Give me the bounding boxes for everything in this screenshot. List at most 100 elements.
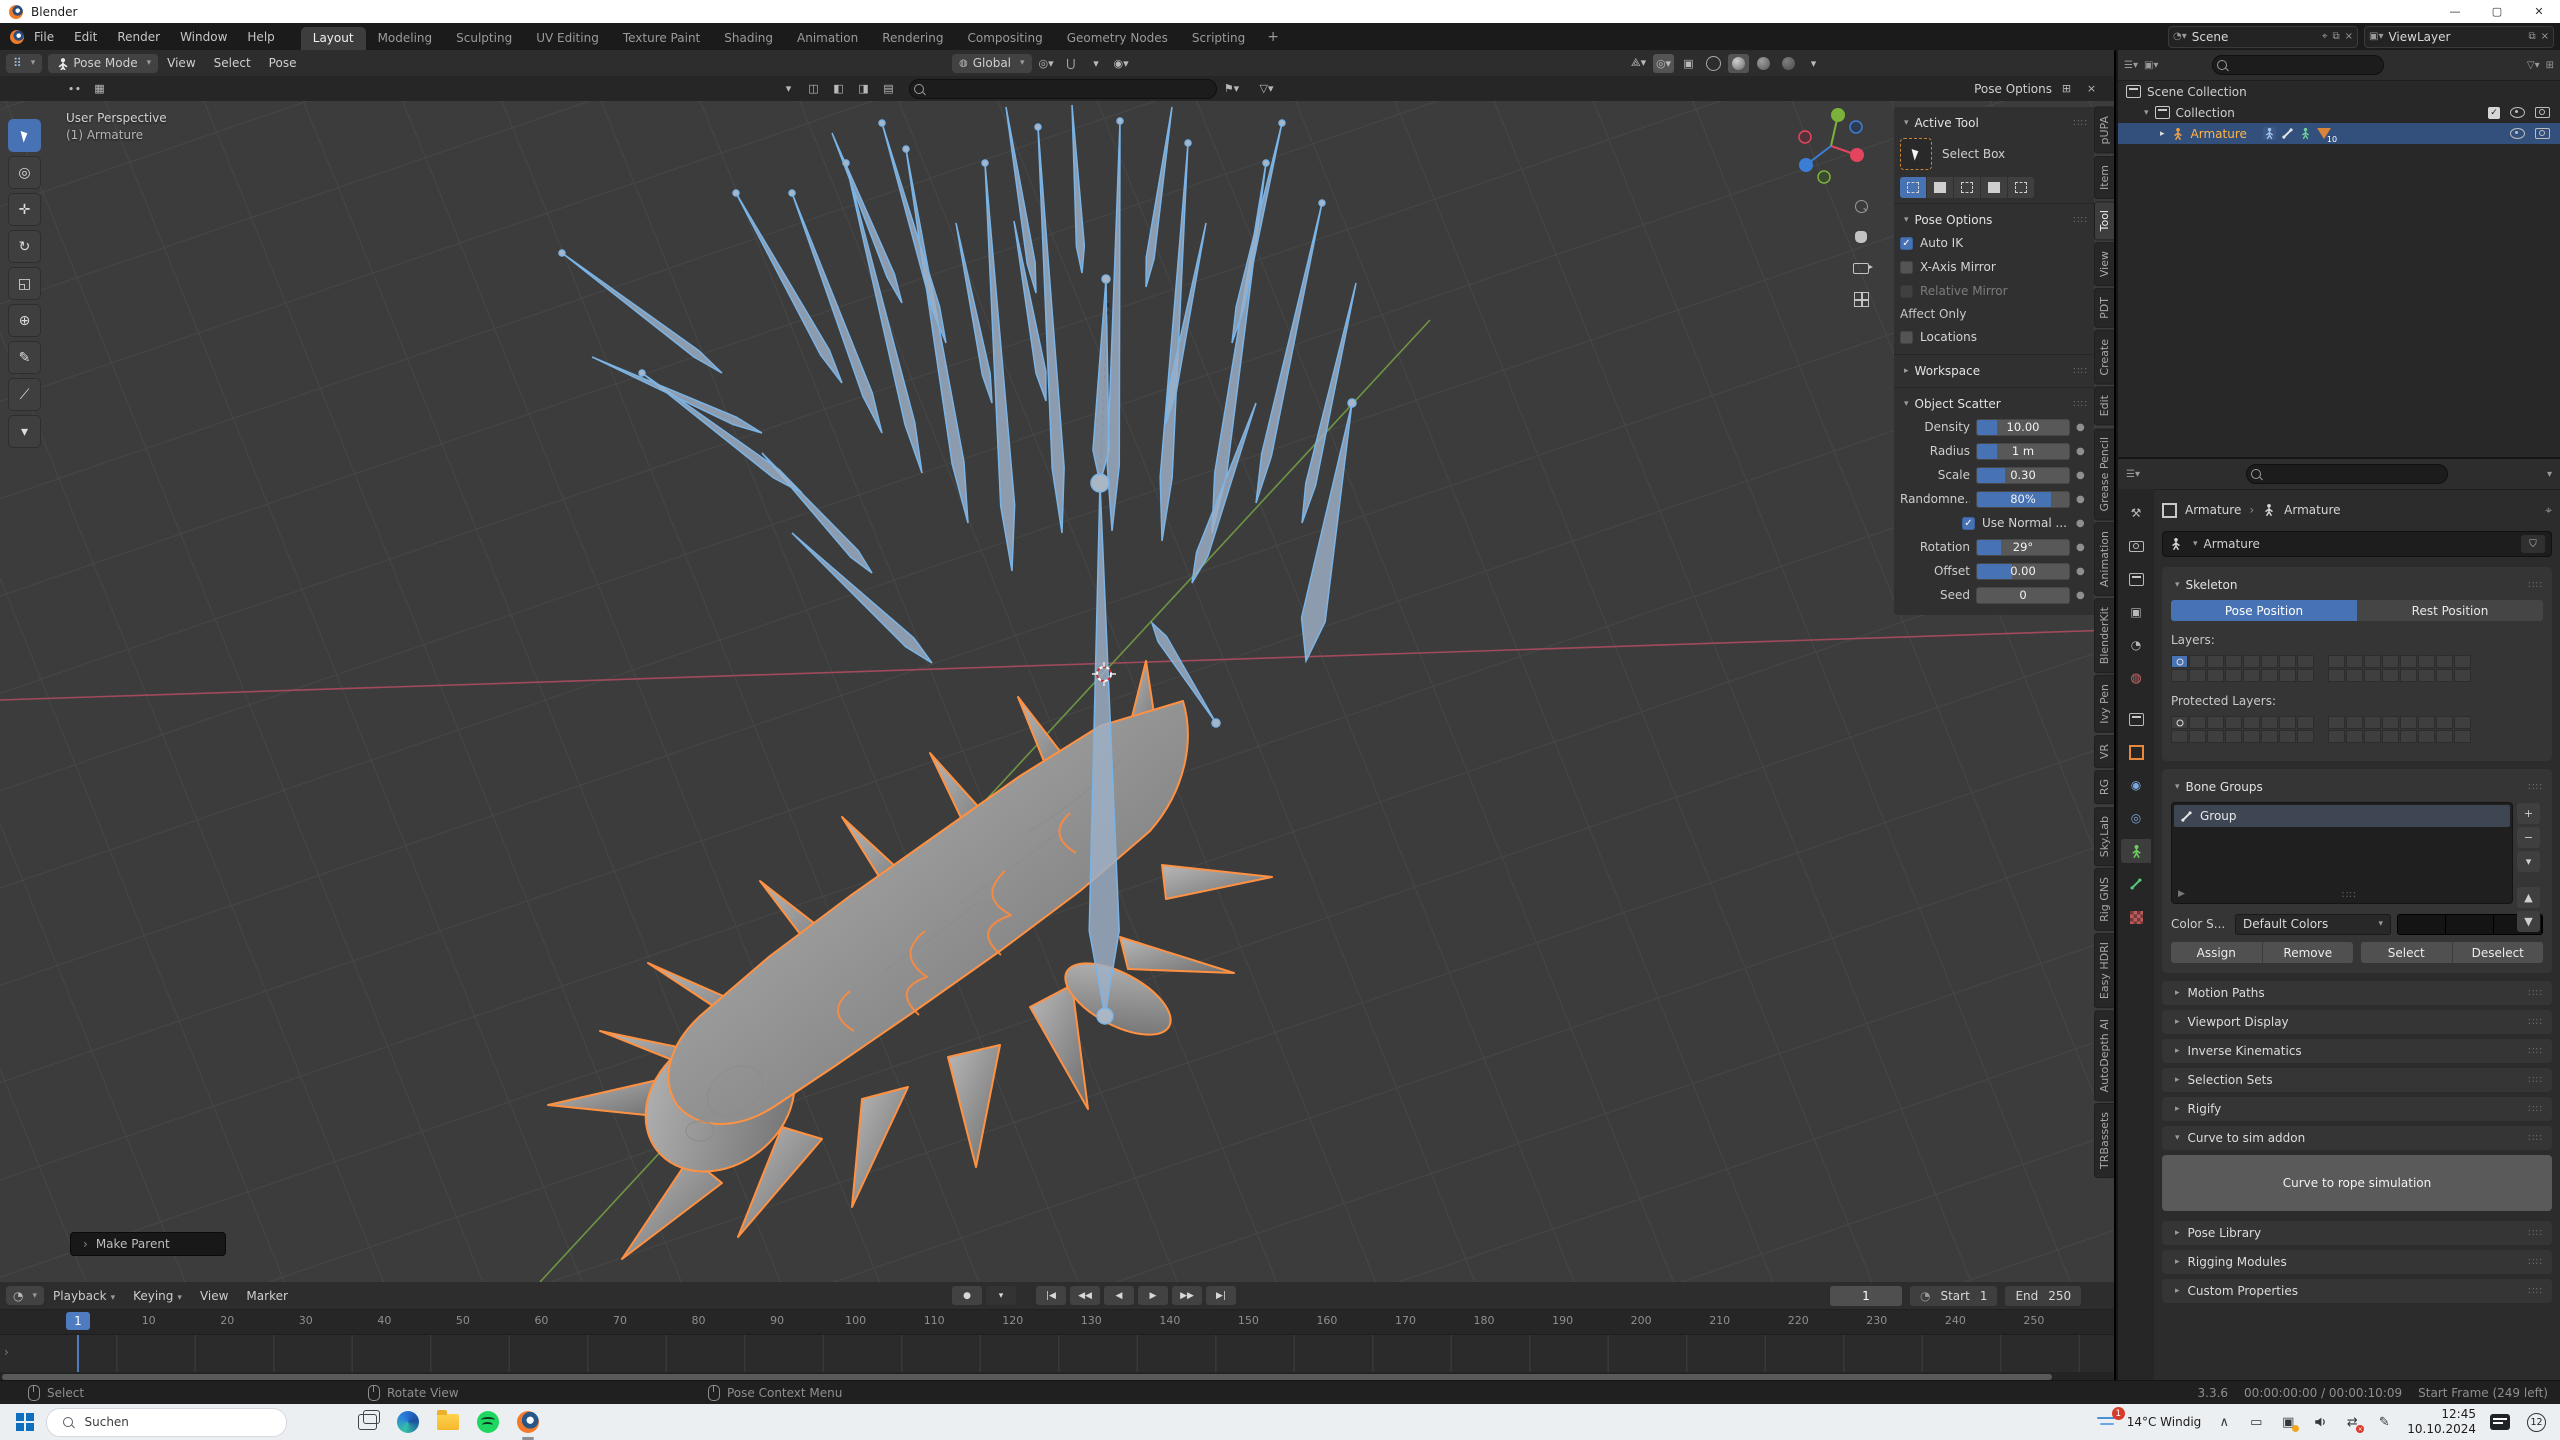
- select-mode-invert[interactable]: [1981, 177, 2007, 198]
- timeline-editor-type[interactable]: ◔▾: [6, 1286, 44, 1305]
- option-icon-3[interactable]: ◨: [853, 79, 874, 98]
- workspace-tab[interactable]: Compositing: [955, 27, 1054, 50]
- tray-volume-icon[interactable]: [2311, 1413, 2329, 1431]
- sidebar-tab[interactable]: Rig GNS: [2094, 868, 2114, 931]
- gizmo-z-axis[interactable]: [1799, 158, 1813, 172]
- maximize-button[interactable]: ▢: [2476, 0, 2518, 23]
- tool-scale[interactable]: ◱: [8, 267, 41, 300]
- pivot-point-dropdown[interactable]: ◎▾: [1036, 54, 1057, 73]
- pin-icon[interactable]: ⌖: [2545, 503, 2552, 518]
- scatter-slider-row[interactable]: Offset 0.00 ●: [1900, 559, 2088, 583]
- timeline-expand-arrow[interactable]: ›: [4, 1345, 9, 1359]
- value-slider[interactable]: 0.00: [1976, 563, 2070, 580]
- sidebar-tab[interactable]: TRBassets: [2094, 1103, 2114, 1178]
- panel-section-collapsed[interactable]: ▸Custom Properties∷∷: [2162, 1279, 2552, 1303]
- color-set-dropdown[interactable]: Default Colors▾: [2235, 914, 2391, 935]
- end-frame-field[interactable]: End 250: [2005, 1286, 2081, 1306]
- locations-row[interactable]: Locations: [1900, 325, 2088, 349]
- tab-collection[interactable]: [2121, 707, 2151, 731]
- option-icon-2[interactable]: ◧: [828, 79, 849, 98]
- tab-physics[interactable]: ◎: [2121, 806, 2151, 830]
- pose-options-section[interactable]: ▾Pose Options∷∷: [1900, 209, 2088, 231]
- sidebar-tab[interactable]: Sky.Lab: [2094, 807, 2114, 866]
- pan-hand-icon[interactable]: [1850, 226, 1872, 248]
- tray-cast-icon[interactable]: ▭: [2247, 1413, 2265, 1431]
- panel-popover-icon[interactable]: ⊞: [2056, 79, 2077, 98]
- armature-layers-grid[interactable]: [2171, 655, 2543, 682]
- menu-item[interactable]: Edit: [64, 30, 107, 44]
- orientation-dropdown[interactable]: ◍ Global▾: [952, 54, 1032, 73]
- curve-addon-section[interactable]: ▾Curve to sim addon∷∷: [2162, 1126, 2552, 1150]
- disable-render-icon[interactable]: [2535, 107, 2550, 118]
- timeline-menu-item[interactable]: Playback▾: [44, 1289, 124, 1303]
- skeleton-panel-header[interactable]: ▾Skeleton∷∷: [2171, 574, 2543, 596]
- tab-object-data[interactable]: [2121, 839, 2151, 863]
- viewport-menu-item[interactable]: Pose: [260, 56, 306, 70]
- scene-selector[interactable]: ◔▾ Scene ⌖ ⧉ ×: [2168, 26, 2358, 48]
- move-group-up-button[interactable]: ▲: [2517, 887, 2540, 908]
- tool-move[interactable]: ✛: [8, 193, 41, 226]
- play-reverse-button[interactable]: ◀: [1104, 1286, 1134, 1305]
- active-tool-section[interactable]: ▾Active Tool∷∷: [1900, 112, 2088, 134]
- notification-icon[interactable]: [2490, 1414, 2510, 1430]
- scatter-slider-row[interactable]: Scale 0.30 ●: [1900, 463, 2088, 487]
- value-slider[interactable]: 0: [1976, 587, 2070, 604]
- tool-select-box[interactable]: [8, 119, 41, 152]
- pose-options-label[interactable]: Pose Options: [1974, 82, 2052, 96]
- sidebar-tab[interactable]: pUPA: [2094, 107, 2114, 154]
- disable-render-icon[interactable]: [2535, 128, 2550, 139]
- hide-eye-icon[interactable]: [2510, 128, 2525, 139]
- animate-dot[interactable]: ●: [2076, 542, 2085, 553]
- bone-groups-header[interactable]: ▾Bone Groups∷∷: [2171, 776, 2543, 798]
- viewlayer-selector[interactable]: ▣▾ ViewLayer ⧉ ×: [2364, 26, 2554, 48]
- auto-keying-dropdown[interactable]: ▾: [986, 1286, 1016, 1305]
- shading-wireframe[interactable]: [1703, 54, 1724, 73]
- workspace-tab[interactable]: Sculpting: [444, 27, 524, 50]
- properties-search-field[interactable]: [2246, 464, 2448, 484]
- gizmo-x-neg[interactable]: [1799, 131, 1811, 143]
- delete-viewlayer-icon[interactable]: ×: [2541, 31, 2549, 42]
- gizmo-x-axis[interactable]: [1850, 148, 1864, 162]
- animate-dot[interactable]: ●: [2076, 422, 2085, 433]
- playhead[interactable]: [77, 1335, 79, 1372]
- tray-photos-icon[interactable]: ▣: [2279, 1413, 2297, 1431]
- display-mode-icon[interactable]: ▣▾: [2144, 60, 2158, 71]
- animate-dot[interactable]: ●: [2076, 494, 2085, 505]
- edge-app-icon[interactable]: [395, 1409, 421, 1435]
- mode-selector[interactable]: Pose Mode▾: [48, 54, 158, 73]
- bone-groups-list[interactable]: Group ▶ ∷∷ + − ▾ ▲ ▼: [2171, 802, 2513, 904]
- select-mode-subtract[interactable]: [1954, 177, 1980, 198]
- workspace-tab[interactable]: Geometry Nodes: [1055, 27, 1180, 50]
- datablock-name-field[interactable]: ▾ Armature ⛉: [2162, 531, 2552, 557]
- mask-mode-icon[interactable]: ▦: [89, 79, 110, 98]
- fake-user-shield-icon[interactable]: ⛉: [2521, 535, 2545, 553]
- group-specials-button[interactable]: ▾: [2517, 851, 2540, 872]
- menu-item[interactable]: Help: [237, 30, 284, 44]
- taskbar-clock[interactable]: 12:45 10.10.2024: [2407, 1407, 2476, 1437]
- workspace-tab[interactable]: Scripting: [1180, 27, 1257, 50]
- panel-section-collapsed[interactable]: ▸Motion Paths∷∷: [2162, 981, 2552, 1005]
- ortho-grid-icon[interactable]: [1850, 288, 1872, 310]
- explorer-app-icon[interactable]: [435, 1409, 461, 1435]
- panel-close-icon[interactable]: ×: [2081, 79, 2102, 98]
- sidebar-tab[interactable]: Easy HDRI: [2094, 933, 2114, 1008]
- tool-rotate[interactable]: ↻: [8, 230, 41, 263]
- tool-measure[interactable]: ⟋: [8, 378, 41, 411]
- workspace-tab[interactable]: Modeling: [366, 27, 445, 50]
- viewport-menu-item[interactable]: Select: [205, 56, 260, 70]
- filter-funnel-icon[interactable]: ▽▾: [2527, 60, 2540, 71]
- object-scatter-section[interactable]: ▾Object Scatter∷∷: [1900, 393, 2088, 415]
- properties-options-icon[interactable]: ▾: [2547, 469, 2552, 480]
- zoom-icon[interactable]: [1850, 195, 1872, 217]
- tool-annotate[interactable]: ✎: [8, 341, 41, 374]
- new-viewlayer-icon[interactable]: ⧉: [2455, 31, 2535, 42]
- current-frame-field[interactable]: 1: [1830, 1286, 1902, 1306]
- new-scene-icon[interactable]: ⧉: [2332, 31, 2339, 42]
- select-mode-extend[interactable]: [1927, 177, 1953, 198]
- animate-dot[interactable]: ●: [2076, 590, 2085, 601]
- tab-world[interactable]: ◍: [2121, 666, 2151, 690]
- assign-button[interactable]: Assign: [2171, 942, 2263, 963]
- auto-ik-row[interactable]: ✓Auto IK: [1900, 231, 2088, 255]
- prev-keyframe-button[interactable]: ◀◀: [1070, 1286, 1100, 1305]
- panel-section-collapsed[interactable]: ▸Selection Sets∷∷: [2162, 1068, 2552, 1092]
